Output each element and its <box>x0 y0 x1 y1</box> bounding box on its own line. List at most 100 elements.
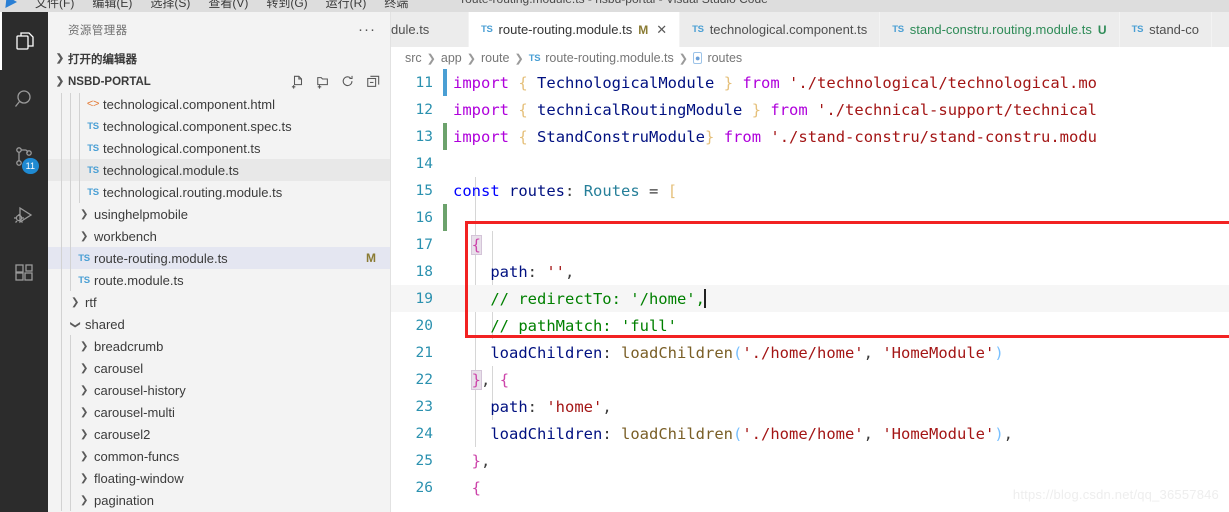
code-line[interactable]: 23 path: 'home', <box>391 393 1229 420</box>
code-text-17: { <box>470 234 483 255</box>
tree-item[interactable]: TS route-routing.module.ts M <box>48 247 390 269</box>
tree-item[interactable]: ❯ shared <box>48 313 390 335</box>
editor-tab[interactable]: TS route-routing.module.ts M ✕ <box>469 12 681 47</box>
code-line[interactable]: 11 import { TechnologicalModule } from '… <box>391 69 1229 96</box>
tree-item[interactable]: ❯ floating-window <box>48 467 390 489</box>
editor-tab[interactable]: dule.ts <box>391 12 469 47</box>
breadcrumb-item-symbol[interactable]: routes <box>707 51 742 65</box>
activity-item-run-debug[interactable] <box>0 186 48 244</box>
tree-item[interactable]: TS route.module.ts <box>48 269 390 291</box>
indent-guide <box>61 159 62 181</box>
indent-guide <box>70 225 71 247</box>
chevron-right-icon: ❯ <box>79 406 89 418</box>
code-line[interactable]: 12 import { technicalRoutingModule } fro… <box>391 96 1229 123</box>
breadcrumb-item-src[interactable]: src <box>405 51 422 65</box>
tree-item[interactable]: <> technological.component.html <box>48 93 390 115</box>
code-editor[interactable]: 11 import { TechnologicalModule } from '… <box>391 69 1229 512</box>
breadcrumb-item-app[interactable]: app <box>441 51 462 65</box>
code-line[interactable]: 20 // pathMatch: 'full' <box>391 312 1229 339</box>
change-marker <box>443 447 447 474</box>
chevron-right-icon: ❯ <box>79 340 89 352</box>
change-marker <box>443 366 447 393</box>
line-number: 26 <box>415 479 433 496</box>
code-line[interactable]: 22 }, { <box>391 366 1229 393</box>
activity-item-extensions[interactable] <box>0 244 48 302</box>
new-folder-icon[interactable] <box>316 75 330 89</box>
project-label: NSBD-PORTAL <box>68 75 151 88</box>
breadcrumb-item-route[interactable]: route <box>481 51 510 65</box>
code-line[interactable]: 17 { <box>391 231 1229 258</box>
tree-item-label: carousel-history <box>94 382 186 398</box>
chevron-right-icon: ❯ <box>79 428 89 440</box>
tree-item[interactable]: TS technological.component.spec.ts <box>48 115 390 137</box>
tree-item[interactable]: ❯ pagination <box>48 489 390 511</box>
tree-item[interactable]: ❯ carousel-history <box>48 379 390 401</box>
sidebar-more-icon[interactable]: ··· <box>358 22 382 37</box>
tree-item[interactable]: ❯ rtf <box>48 291 390 313</box>
line-number: 24 <box>415 425 433 442</box>
editor-tab-label: route-routing.module.ts <box>498 22 633 37</box>
line-number: 14 <box>415 155 433 172</box>
line-number: 19 <box>415 290 433 307</box>
typescript-file-icon: TS <box>87 142 99 154</box>
close-icon[interactable]: ✕ <box>656 22 667 38</box>
collapse-all-icon[interactable] <box>366 75 380 89</box>
editor-tab[interactable]: TS stand-constru.routing.module.ts U <box>880 12 1120 47</box>
code-text-18: path: '', <box>490 262 575 281</box>
indent-guide <box>61 269 62 291</box>
indent-guide <box>79 137 80 159</box>
tree-item[interactable]: TS technological.component.ts <box>48 137 390 159</box>
code-line[interactable]: 18 path: '', <box>391 258 1229 285</box>
indent-guide <box>61 225 62 247</box>
code-text-13: import { StandConstruModule} from './sta… <box>453 127 1097 146</box>
tree-item[interactable]: TS technological.module.ts <box>48 159 390 181</box>
file-tree[interactable]: <> technological.component.html TS technolo… <box>48 93 390 511</box>
code-line[interactable]: 15 const routes: Routes = [ <box>391 177 1229 204</box>
tree-item[interactable]: TS technological.routing.module.ts <box>48 181 390 203</box>
refresh-icon[interactable] <box>341 75 355 89</box>
tree-item-label: rtf <box>85 294 97 310</box>
code-text-24: loadChildren: loadChildren('./home/home'… <box>490 424 1014 443</box>
tree-item[interactable]: ❯ breadcrumb <box>48 335 390 357</box>
tree-item[interactable]: ❯ carousel2 <box>48 423 390 445</box>
change-marker <box>443 96 447 123</box>
tree-item-label: technological.component.ts <box>103 140 261 156</box>
indent-guide <box>61 291 62 313</box>
tree-item[interactable]: ❯ carousel <box>48 357 390 379</box>
typescript-file-icon: TS <box>892 24 904 35</box>
open-editors-section[interactable]: ❯ 打开的编辑器 <box>48 47 390 70</box>
editor-area: dule.ts TS route-routing.module.ts M ✕ TS tech… <box>391 12 1229 512</box>
breadcrumb-item-file[interactable]: route-routing.module.ts <box>545 51 674 65</box>
project-section[interactable]: ❯ NSBD-PORTAL <box>48 70 390 93</box>
tree-item[interactable]: ❯ usinghelpmobile <box>48 203 390 225</box>
activity-item-explorer[interactable] <box>0 12 48 70</box>
code-line[interactable]: 14 <box>391 150 1229 177</box>
tree-item-label: technological.module.ts <box>103 162 239 178</box>
code-line[interactable]: 19 // redirectTo: '/home', <box>391 285 1229 312</box>
editor-tab-bar[interactable]: dule.ts TS route-routing.module.ts M ✕ TS tech… <box>391 12 1229 47</box>
tree-item[interactable]: ❯ carousel-multi <box>48 401 390 423</box>
editor-tab[interactable]: TS stand-co <box>1119 12 1212 47</box>
editor-tab[interactable]: TS technological.component.ts <box>680 12 881 47</box>
change-marker <box>443 339 447 366</box>
line-number: 16 <box>415 209 433 226</box>
code-line[interactable]: 24 loadChildren: loadChildren('./home/ho… <box>391 420 1229 447</box>
tree-item[interactable]: ❯ common-funcs <box>48 445 390 467</box>
code-line[interactable]: 21 loadChildren: loadChildren('./home/ho… <box>391 339 1229 366</box>
code-line[interactable]: 13 import { StandConstruModule} from './… <box>391 123 1229 150</box>
chevron-right-icon: ❯ <box>79 384 89 396</box>
tree-item-label: common-funcs <box>94 448 180 464</box>
typescript-file-icon: TS <box>692 24 704 35</box>
editor-tab-label: stand-co <box>1149 22 1199 37</box>
breadcrumb[interactable]: src ❯ app ❯ route ❯ TS route-routing.mod… <box>391 47 1229 69</box>
indent-guide <box>61 137 62 159</box>
new-file-icon[interactable] <box>291 75 305 89</box>
editor-tab-label: dule.ts <box>391 22 430 37</box>
code-line[interactable]: 16 <box>391 204 1229 231</box>
tree-item-label: carousel <box>94 360 144 376</box>
tree-item[interactable]: ❯ workbench <box>48 225 390 247</box>
activity-item-source-control[interactable]: 11 <box>0 128 48 186</box>
code-line[interactable]: 25 }, <box>391 447 1229 474</box>
indent-guide <box>61 203 62 225</box>
activity-item-search[interactable] <box>0 70 48 128</box>
